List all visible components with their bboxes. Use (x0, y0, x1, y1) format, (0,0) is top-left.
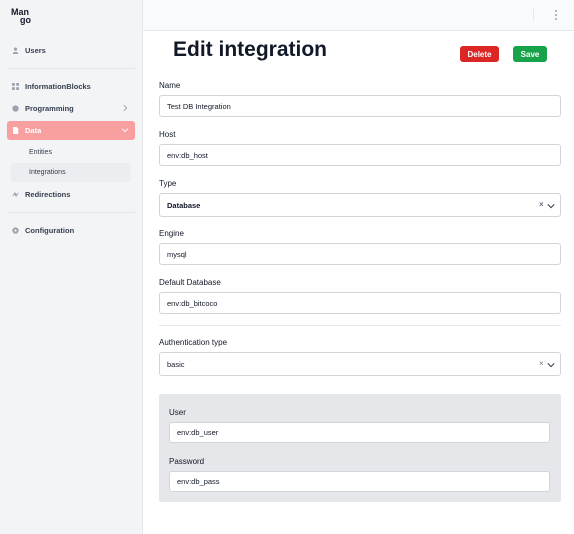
clear-icon[interactable]: × (539, 360, 545, 368)
redirect-icon (12, 191, 19, 198)
delete-button[interactable]: Delete (460, 46, 499, 62)
sidebar-subitem-label: Integrations (29, 169, 66, 176)
user-icon (12, 47, 19, 54)
default-database-label: Default Database (159, 278, 221, 287)
chevron-down-icon[interactable] (547, 202, 555, 209)
name-field[interactable]: Test DB Integration (159, 95, 561, 117)
authentication-type-value: basic (167, 359, 185, 369)
topbar-divider (533, 9, 534, 21)
user-label: User (169, 408, 186, 417)
type-value: Database (167, 200, 201, 210)
password-value: env:db_pass (177, 477, 220, 486)
credentials-panel: User env:db_user Password env:db_pass (159, 394, 561, 502)
authentication-type-select[interactable]: basic × (159, 352, 561, 376)
chevron-down-icon[interactable] (547, 361, 555, 368)
user-value: env:db_user (177, 428, 219, 437)
sidebar-item-label: InformationBlocks (25, 82, 91, 91)
name-value: Test DB Integration (167, 101, 231, 111)
sidebar-subitem-entities[interactable]: Entities (11, 143, 131, 162)
authentication-type-label: Authentication type (159, 338, 228, 347)
sidebar-divider (7, 212, 135, 213)
gear-icon (12, 227, 19, 234)
save-button[interactable]: Save (513, 46, 547, 62)
page-title: Edit integration (173, 38, 327, 61)
grid-icon (12, 83, 19, 90)
sidebar: Man go Users InformationBlocks Programmi… (0, 0, 143, 534)
sidebar-item-users[interactable]: Users (7, 41, 135, 60)
engine-value: mysql (167, 249, 187, 259)
host-value: env:db_host (167, 150, 208, 160)
clear-icon[interactable]: × (539, 201, 545, 209)
document-icon (12, 127, 19, 134)
sidebar-item-label: Data (25, 126, 42, 135)
sidebar-item-data[interactable]: Data (7, 121, 135, 140)
sidebar-subitem-label: Entities (29, 149, 52, 156)
engine-label: Engine (159, 229, 184, 238)
sidebar-item-redirections[interactable]: Redirections (7, 185, 135, 204)
name-label: Name (159, 81, 181, 90)
logo[interactable]: Man go (11, 7, 41, 27)
default-database-field[interactable]: env:db_bitcoco (159, 292, 561, 314)
user-field[interactable]: env:db_user (169, 422, 550, 443)
sidebar-item-label: Users (25, 46, 46, 55)
default-database-value: env:db_bitcoco (167, 298, 218, 308)
sidebar-item-configuration[interactable]: Configuration (7, 221, 135, 240)
code-icon (12, 105, 19, 112)
engine-field[interactable]: mysql (159, 243, 561, 265)
password-label: Password (169, 457, 205, 466)
sidebar-subitem-integrations[interactable]: Integrations (11, 163, 131, 182)
type-select[interactable]: Database × (159, 193, 561, 217)
password-field[interactable]: env:db_pass (169, 471, 550, 492)
host-label: Host (159, 130, 176, 139)
host-field[interactable]: env:db_host (159, 144, 561, 166)
chevron-right-icon (121, 104, 129, 112)
sidebar-item-label: Configuration (25, 226, 75, 235)
section-divider (159, 325, 561, 326)
type-label: Type (159, 179, 177, 188)
more-options-icon[interactable] (554, 10, 558, 20)
topbar (143, 0, 574, 31)
chevron-down-icon (121, 126, 129, 134)
sidebar-divider (7, 68, 135, 69)
sidebar-item-informationblocks[interactable]: InformationBlocks (7, 77, 135, 96)
sidebar-item-programming[interactable]: Programming (7, 99, 135, 118)
sidebar-item-label: Redirections (25, 190, 71, 199)
sidebar-item-label: Programming (25, 104, 74, 113)
logo-line-2: go (20, 15, 31, 25)
